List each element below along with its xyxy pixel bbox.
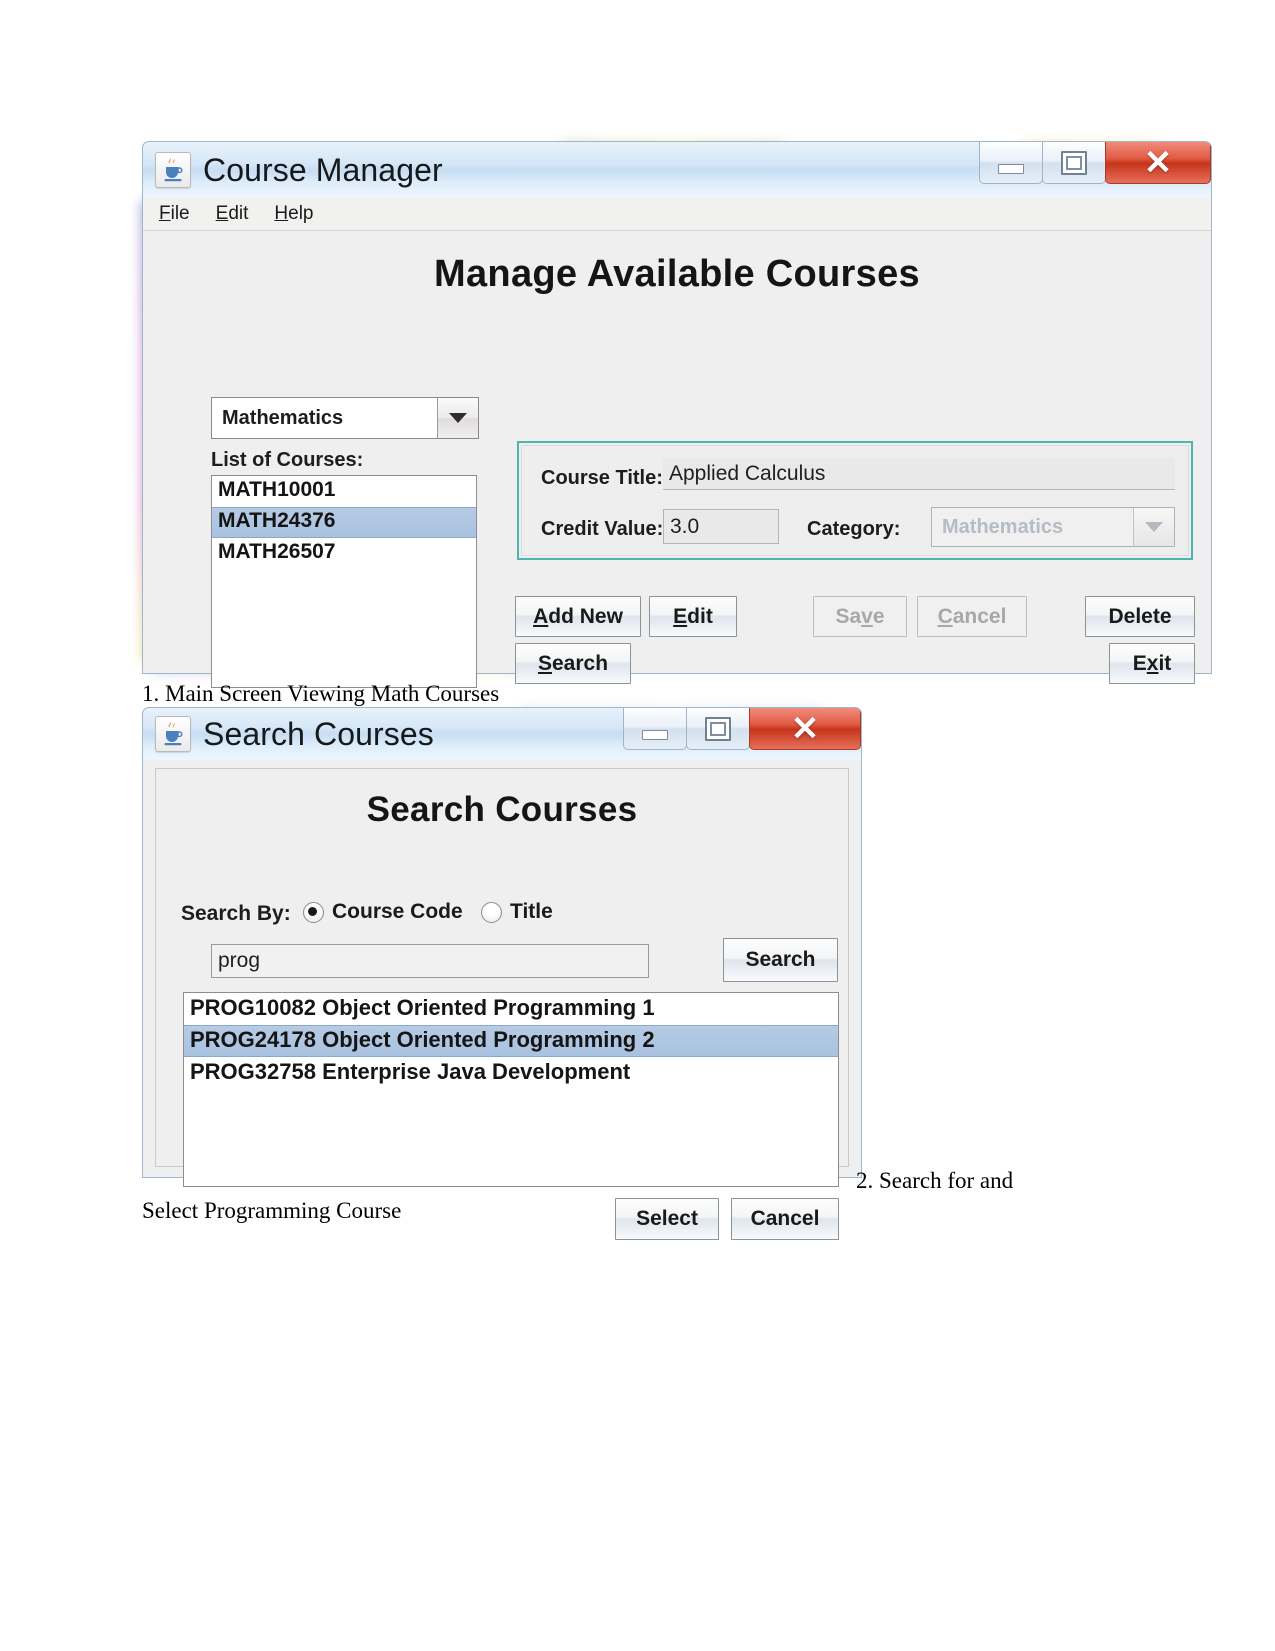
- menu-bar: File Edit Help: [143, 198, 1211, 231]
- course-title-input[interactable]: Applied Calculus: [663, 458, 1175, 490]
- maximize-icon: [705, 716, 731, 741]
- exit-button[interactable]: Exit: [1109, 643, 1195, 684]
- search-submit-label: Search: [745, 948, 816, 971]
- close-icon: ✕: [1143, 143, 1173, 182]
- close-button[interactable]: ✕: [1105, 142, 1211, 184]
- java-coffee-cup-icon: [155, 152, 191, 188]
- category-filter-combo[interactable]: Mathematics: [211, 397, 479, 439]
- radio-button-icon[interactable]: [303, 901, 324, 923]
- list-of-courses-label: List of Courses:: [211, 449, 364, 471]
- delete-button[interactable]: Delete: [1085, 596, 1195, 637]
- main-content: Manage Available Courses Mathematics Lis…: [143, 253, 1211, 688]
- exit-label: Exit: [1132, 651, 1172, 675]
- select-label: Select: [636, 1207, 698, 1230]
- search-results-list[interactable]: PROG10082 Object Oriented Programming 1 …: [183, 992, 839, 1187]
- minimize-icon: [998, 163, 1024, 174]
- page-title: Search Courses: [366, 790, 638, 829]
- add-new-label: Add New: [533, 604, 623, 628]
- menu-help[interactable]: Help: [274, 203, 313, 225]
- minimize-button[interactable]: [979, 142, 1043, 184]
- window-controls: ✕: [623, 708, 861, 752]
- caption-figure-2-line1: 2. Search for and: [856, 1168, 1014, 1193]
- menu-edit[interactable]: Edit: [216, 203, 249, 225]
- title-bar: Search Courses ✕: [142, 707, 862, 760]
- radio-course-code-label: Course Code: [332, 900, 463, 923]
- menu-file[interactable]: File: [159, 203, 190, 225]
- category-combo-value: Mathematics: [932, 508, 1133, 546]
- course-details-panel: Course Title: Applied Calculus Credit Va…: [517, 441, 1193, 560]
- course-manager-window: Course Manager ✕ File Edit Help Manage A…: [142, 141, 1212, 688]
- search-by-label: Search By:: [181, 902, 291, 925]
- close-icon: ✕: [790, 709, 820, 748]
- maximize-icon: [1061, 150, 1087, 175]
- search-cancel-button[interactable]: Cancel: [731, 1198, 839, 1240]
- save-label: Save: [835, 604, 885, 628]
- delete-label: Delete: [1108, 604, 1172, 628]
- cancel-button[interactable]: Cancel: [917, 596, 1027, 637]
- window-title: Course Manager: [203, 151, 443, 188]
- list-item[interactable]: PROG10082 Object Oriented Programming 1: [184, 993, 838, 1025]
- window-body: Search Courses Search By: Course Code Ti…: [142, 760, 862, 1240]
- credit-value-input[interactable]: 3.0: [663, 509, 779, 544]
- list-item[interactable]: MATH10001: [212, 476, 476, 507]
- close-button[interactable]: ✕: [749, 708, 861, 750]
- caption-figure-2-line2: Select Programming Course: [142, 1198, 402, 1223]
- window-body: File Edit Help Manage Available Courses …: [142, 198, 1212, 688]
- chevron-down-icon[interactable]: [437, 398, 478, 438]
- radio-button-icon[interactable]: [481, 901, 502, 923]
- java-coffee-cup-icon: [155, 716, 191, 752]
- save-button[interactable]: Save: [813, 596, 907, 637]
- search-content: Search Courses Search By: Course Code Ti…: [153, 790, 851, 1240]
- edit-button[interactable]: Edit: [649, 596, 737, 637]
- course-list[interactable]: MATH10001 MATH24376 MATH26507: [211, 475, 477, 688]
- window-title: Search Courses: [203, 715, 434, 752]
- credit-value-label: Credit Value:: [541, 518, 664, 540]
- category-combo: Mathematics: [931, 507, 1175, 547]
- add-new-button[interactable]: Add New: [515, 596, 641, 637]
- search-submit-button[interactable]: Search: [723, 938, 838, 982]
- edit-label: Edit: [673, 604, 713, 628]
- search-query-input[interactable]: prog: [211, 944, 649, 978]
- page-title: Manage Available Courses: [434, 253, 920, 295]
- title-bar: Course Manager ✕: [142, 141, 1212, 198]
- list-item[interactable]: PROG24178 Object Oriented Programming 2: [184, 1025, 838, 1057]
- search-label: Search: [537, 651, 609, 675]
- cancel-label: Cancel: [937, 604, 1007, 628]
- list-item[interactable]: MATH24376: [212, 507, 476, 538]
- minimize-icon: [642, 729, 668, 740]
- select-button[interactable]: Select: [615, 1198, 719, 1240]
- radio-title[interactable]: Title: [481, 900, 553, 924]
- radio-title-label: Title: [510, 900, 553, 923]
- search-button[interactable]: Search: [515, 643, 631, 684]
- chevron-down-icon: [1133, 508, 1174, 546]
- caption-figure-1: 1. Main Screen Viewing Math Courses: [142, 681, 500, 706]
- list-item[interactable]: MATH26507: [212, 538, 476, 569]
- category-filter-value: Mathematics: [212, 398, 437, 438]
- minimize-button[interactable]: [623, 708, 687, 750]
- category-label: Category:: [807, 518, 901, 540]
- window-controls: ✕: [979, 142, 1211, 186]
- list-item[interactable]: PROG32758 Enterprise Java Development: [184, 1057, 838, 1089]
- search-courses-window: Search Courses ✕ Search Courses Search B…: [142, 707, 862, 1240]
- search-cancel-label: Cancel: [750, 1207, 820, 1230]
- maximize-button[interactable]: [686, 708, 750, 750]
- maximize-button[interactable]: [1042, 142, 1106, 184]
- course-title-label: Course Title:: [541, 467, 663, 489]
- radio-course-code[interactable]: Course Code: [303, 900, 463, 924]
